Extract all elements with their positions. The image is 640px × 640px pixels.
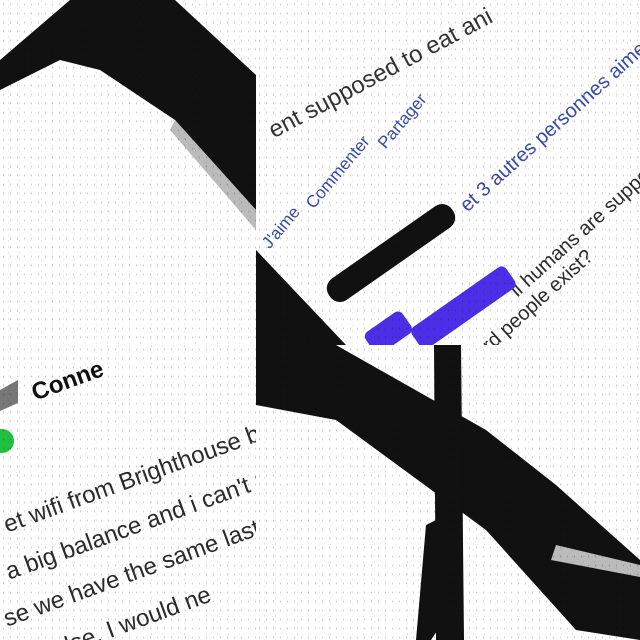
tile-bottom-right: [256, 345, 640, 640]
black-x-glyph-icon: [256, 345, 640, 640]
black-bar-icon: [326, 204, 456, 302]
tile-post: ent supposed to eat ani J'aime Commenter…: [256, 0, 640, 345]
accent-bar-icon: [411, 266, 516, 345]
tile-top-left: [0, 0, 256, 345]
accent-bar-small-icon: [364, 311, 412, 345]
post-overlay-shapes: [256, 204, 516, 345]
comment-author[interactable]: Conne: [28, 355, 108, 407]
tile-comment: Conne et wifi from Brighthouse b a big b…: [0, 345, 256, 640]
black-diagonal-glyph-icon: [0, 0, 256, 230]
